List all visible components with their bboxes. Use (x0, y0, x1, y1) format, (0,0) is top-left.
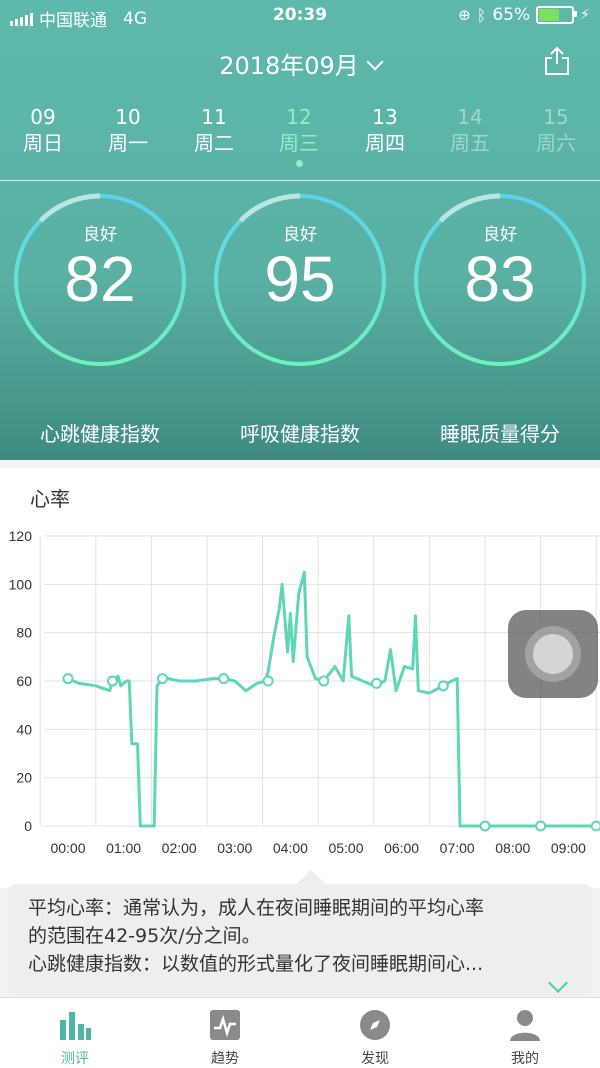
rotation-lock-icon: ⊕ (458, 6, 471, 24)
day-weekday: 周四 (365, 131, 405, 155)
day-date: 09 (30, 105, 56, 129)
divider (0, 180, 600, 181)
y-tick-label: 120 (9, 528, 33, 544)
y-tick-label: 20 (16, 770, 32, 786)
data-point-marker (437, 680, 449, 692)
day-weekday: 周六 (536, 131, 576, 155)
y-tick-label: 40 (16, 721, 32, 737)
data-point-marker (262, 675, 274, 687)
tab-user[interactable]: 我的 (485, 1008, 565, 1068)
tab-label: 我的 (511, 1051, 539, 1067)
x-tick-label: 08:00 (495, 840, 530, 856)
data-point-marker (218, 673, 230, 685)
tooltip-line-1: 平均心率：通常认为，成人在夜间睡眠期间的平均心率 (28, 897, 485, 919)
x-tick-label: 09:00 (551, 840, 586, 856)
day-date: 12 (286, 105, 312, 129)
day-weekday: 周三 (279, 131, 319, 155)
assistive-touch-button[interactable] (508, 610, 598, 698)
day-10[interactable]: 10 周一 (88, 104, 168, 156)
x-tick-label: 05:00 (328, 840, 363, 856)
day-09[interactable]: 09 周日 (3, 104, 83, 156)
day-selector: 09 周日 10 周一 11 周二 12 周三 13 周四 14 周五 15 周六 (0, 104, 600, 167)
tooltip-line-2: 的范围在42-95次/分之间。 (28, 925, 261, 947)
tab-compass[interactable]: 发现 (335, 1008, 415, 1068)
y-tick-label: 100 (9, 576, 33, 592)
section-title: 心率 (30, 487, 70, 511)
day-date: 11 (201, 105, 227, 129)
compass-icon (358, 1008, 392, 1042)
gauge-name: 睡眠质量得分 (440, 422, 560, 446)
x-tick-label: 02:00 (162, 840, 197, 856)
tooltip-arrow (296, 870, 326, 884)
day-14[interactable]: 14 周五 (430, 104, 510, 156)
day-date: 15 (543, 105, 569, 129)
day-weekday: 周五 (450, 131, 490, 155)
tab-bar-chart[interactable]: 测评 (35, 1008, 115, 1068)
tooltip-line-3: 心跳健康指数：以数值的形式量化了夜间睡眠期间心... (28, 953, 484, 975)
gauge-value: 83 (464, 243, 536, 315)
info-tooltip[interactable]: 平均心率：通常认为，成人在夜间睡眠期间的平均心率 的范围在42-95次/分之间。… (8, 870, 592, 996)
day-date: 14 (457, 105, 483, 129)
x-tick-label: 04:00 (273, 840, 308, 856)
data-point-marker (590, 820, 600, 832)
day-15[interactable]: 15 周六 (516, 104, 596, 156)
data-point-marker (157, 673, 169, 685)
tab-label: 趋势 (211, 1051, 239, 1067)
day-13[interactable]: 13 周四 (345, 104, 425, 156)
day-weekday: 周二 (194, 131, 234, 155)
x-tick-label: 03:00 (217, 840, 252, 856)
selected-dot (295, 160, 303, 167)
tab-label: 测评 (61, 1051, 89, 1067)
day-weekday: 周日 (23, 131, 63, 155)
y-tick-label: 0 (24, 818, 32, 834)
month-selector[interactable]: 2018年09月 (0, 46, 600, 81)
day-12[interactable]: 12 周三 (259, 104, 339, 167)
day-date: 13 (372, 105, 398, 129)
user-icon (508, 1008, 542, 1042)
share-icon[interactable] (544, 46, 570, 76)
score-gauge[interactable]: 良好 95 (212, 192, 388, 368)
gauge-name: 心跳健康指数 (40, 422, 160, 446)
x-tick-label: 00:00 (50, 840, 85, 856)
bluetooth-icon: ᛒ (476, 5, 487, 25)
gauge-value: 95 (264, 243, 336, 315)
status-bar: 中国联通 4G 20:39 ⊕ ᛒ 65% ⚡ (0, 0, 600, 32)
tab-label: 发现 (361, 1051, 389, 1067)
day-weekday: 周一 (108, 131, 148, 155)
gauge-name: 呼吸健康指数 (240, 422, 360, 446)
tab-bar: 测评 趋势 发现 我的 (0, 997, 600, 1068)
y-tick-label: 60 (16, 673, 32, 689)
x-tick-label: 07:00 (440, 840, 475, 856)
month-label: 2018年09月 (219, 52, 359, 80)
y-tick-label: 80 (16, 625, 32, 641)
x-tick-label: 06:00 (384, 840, 419, 856)
header: 中国联通 4G 20:39 ⊕ ᛒ 65% ⚡ 2018年09月 09 周日 10 周… (0, 0, 600, 460)
day-date: 10 (115, 105, 141, 129)
gauge-value: 82 (64, 243, 136, 315)
data-point-marker (535, 820, 547, 832)
heart-rate-chart: 0 20 40 60 80 100 120 00:00 01:00 02:00 03:00 04:00… (9, 528, 600, 856)
chevron-down-icon (366, 53, 384, 71)
tab-pulse-chart[interactable]: 趋势 (185, 1008, 265, 1068)
heart-rate-line (67, 570, 597, 828)
bar-chart-icon (58, 1008, 92, 1042)
score-gauge[interactable]: 良好 82 (12, 192, 188, 368)
data-point-marker (62, 673, 74, 685)
battery-icon (536, 6, 578, 24)
data-point-marker (318, 675, 330, 687)
day-11[interactable]: 11 周二 (174, 104, 254, 156)
pulse-chart-icon (208, 1008, 242, 1042)
data-point-marker (371, 677, 383, 689)
score-gauge[interactable]: 良好 83 (412, 192, 588, 368)
data-point-marker (106, 675, 118, 687)
battery-percent: 65% (492, 5, 531, 25)
charging-icon: ⚡ (580, 7, 590, 23)
x-tick-label: 01:00 (106, 840, 141, 856)
data-point-marker (479, 820, 491, 832)
